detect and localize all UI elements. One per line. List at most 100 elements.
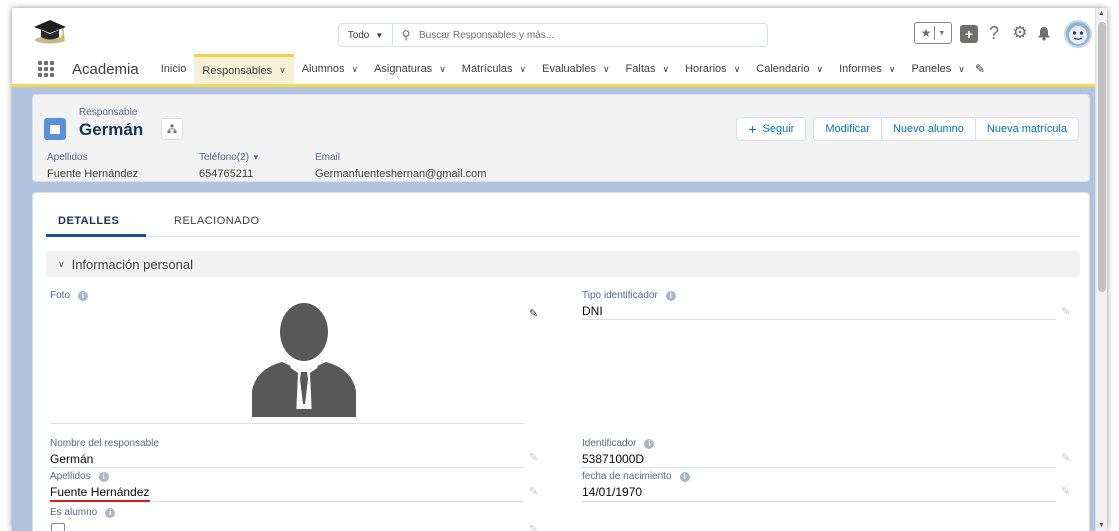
chevron-down-icon[interactable]: ∨: [958, 64, 965, 75]
chevron-down-icon[interactable]: ∨: [816, 64, 823, 75]
record-header: Responsable Germán + Seguir Modificar Nue…: [32, 94, 1090, 182]
nav-item-responsables[interactable]: Responsables ∨: [194, 54, 294, 84]
chevron-down-icon[interactable]: ∨: [520, 64, 527, 75]
nav-item-label: Informes: [839, 63, 882, 75]
section-header-informacion-personal[interactable]: ∨ Información personal: [46, 251, 1080, 277]
edit-pencil-icon[interactable]: ✎: [529, 485, 538, 498]
info-icon[interactable]: i: [665, 290, 676, 301]
caret-down-icon: ▼: [251, 153, 260, 162]
scroll-down-icon[interactable]: ▼: [1098, 522, 1105, 529]
chevron-down-icon[interactable]: ∨: [279, 65, 286, 76]
nav-item-calendario[interactable]: Calendario ∨: [748, 54, 831, 84]
edit-pencil-icon[interactable]: ✎: [529, 307, 538, 320]
nav-item-faltas[interactable]: Faltas ∨: [618, 54, 678, 84]
nav-item-informes[interactable]: Informes ∨: [831, 54, 903, 84]
nav-item-evaluables[interactable]: Evaluables ∨: [534, 54, 617, 84]
notification-bell-icon[interactable]: [1034, 22, 1054, 44]
chevron-down-icon: ∨: [58, 258, 65, 269]
nav-item-label: Responsables: [202, 64, 273, 77]
search-scope-label: Todo: [347, 29, 370, 41]
nav-item-label: Asignaturas: [374, 63, 433, 75]
nav-item-alumnos[interactable]: Alumnos ∨: [294, 54, 366, 84]
edit-pencil-icon[interactable]: ✎: [1061, 485, 1070, 498]
tab-detalles[interactable]: DETALLES: [58, 215, 119, 227]
nombre-label: Nombre del responsable: [50, 438, 159, 449]
highlight-apellidos-label: Apellidos: [47, 152, 88, 163]
global-add-icon[interactable]: +: [960, 25, 978, 43]
highlight-email-value[interactable]: Germanfuenteshernan@gmail.com: [315, 168, 486, 180]
tipo-identificador-value: DNI: [582, 304, 603, 318]
edit-pencil-icon[interactable]: ✎: [1061, 305, 1070, 318]
fecha-nacimiento-value: 14/01/1970: [582, 485, 643, 499]
salesforce-window: Todo ▼ ⚲ ★ ▼ + ? ⚙ Academia Inicio Respo…: [12, 8, 1107, 531]
info-icon[interactable]: i: [644, 438, 655, 449]
apellidos-value: Fuente Hernández: [50, 485, 150, 499]
nombre-value: Germán: [50, 452, 94, 466]
nav-item-label: Calendario: [756, 63, 810, 75]
favorites-button[interactable]: ★ ▼: [914, 22, 952, 44]
global-search: Todo ▼ ⚲: [338, 23, 768, 47]
es-alumno-label: Es alumno i: [50, 507, 116, 518]
edit-pencil-icon[interactable]: ✎: [529, 523, 538, 531]
follow-button[interactable]: + Seguir: [736, 117, 807, 141]
hierarchy-icon[interactable]: [161, 118, 183, 140]
record-type-icon: [44, 118, 66, 140]
setup-gear-icon[interactable]: ⚙: [1010, 22, 1030, 44]
nav-item-horarios[interactable]: Horarios ∨: [677, 54, 748, 84]
chevron-down-icon[interactable]: ∨: [439, 64, 446, 75]
nav-item-inicio[interactable]: Inicio: [153, 54, 195, 84]
search-scope-dropdown[interactable]: Todo ▼: [339, 24, 393, 46]
tab-relacionado[interactable]: RELACIONADO: [174, 215, 260, 227]
nav-item-label: Faltas: [625, 63, 656, 75]
apellidos-label-text: Apellidos: [50, 471, 91, 482]
chevron-down-icon[interactable]: ∨: [889, 64, 896, 75]
chevron-down-icon[interactable]: ∨: [352, 64, 359, 75]
field-divider: [50, 467, 524, 468]
app-logo-icon[interactable]: [32, 18, 68, 44]
nav-item-label: Alumnos: [301, 63, 345, 75]
user-avatar[interactable]: [1064, 20, 1092, 48]
app-name: Academia: [72, 60, 139, 78]
nav-item-label: Horarios: [685, 63, 727, 75]
new-enrollment-button[interactable]: Nueva matrícula: [974, 117, 1079, 141]
app-launcher-icon[interactable]: [38, 61, 54, 77]
nav-item-asignaturas[interactable]: Asignaturas ∨: [366, 54, 454, 84]
edit-button[interactable]: Modificar: [813, 117, 882, 141]
nav-item-paneles[interactable]: Paneles ∨: [903, 54, 972, 84]
field-divider: [150, 501, 524, 502]
nav-item-label: Evaluables: [542, 63, 596, 75]
section-title: Información personal: [71, 256, 193, 272]
field-divider: [582, 319, 1056, 320]
scroll-thumb[interactable]: [1098, 22, 1106, 292]
page-scrollbar[interactable]: ▲ ▼: [1095, 8, 1107, 531]
new-student-label: Nuevo alumno: [892, 123, 964, 135]
info-icon[interactable]: i: [98, 471, 109, 482]
help-icon[interactable]: ?: [984, 22, 1004, 44]
new-student-button[interactable]: Nuevo alumno: [880, 117, 976, 141]
info-icon[interactable]: i: [105, 507, 116, 518]
identificador-label-text: Identificador: [582, 438, 637, 449]
edit-pencil-icon[interactable]: ✎: [1061, 451, 1070, 464]
highlight-telefono-label[interactable]: Teléfono(2) ▼: [199, 152, 260, 163]
highlight-telefono-value[interactable]: 654765211: [199, 168, 253, 180]
info-icon[interactable]: i: [679, 471, 690, 482]
record-actions: + Seguir Modificar Nuevo alumno Nueva mat…: [736, 117, 1079, 141]
nav-item-label: Paneles: [911, 63, 952, 75]
tipo-identificador-label: Tipo identificador i: [582, 290, 676, 301]
scroll-up-icon[interactable]: ▲: [1098, 10, 1105, 17]
new-enrollment-label: Nueva matrícula: [986, 123, 1067, 135]
follow-label: Seguir: [762, 123, 795, 135]
nav-item-matriculas[interactable]: Matrículas ∨: [454, 54, 534, 84]
es-alumno-label-text: Es alumno: [50, 507, 98, 518]
es-alumno-checkbox[interactable]: [51, 523, 65, 531]
chevron-down-icon[interactable]: ∨: [663, 64, 670, 75]
info-icon[interactable]: i: [78, 290, 89, 301]
apellidos-label: Apellidos i: [50, 471, 109, 482]
search-input[interactable]: [419, 29, 749, 41]
edit-pencil-icon[interactable]: ✎: [529, 451, 538, 464]
star-icon: ★: [920, 26, 932, 40]
chevron-down-icon[interactable]: ∨: [734, 64, 741, 75]
chevron-down-icon[interactable]: ∨: [603, 64, 610, 75]
edit-nav-pencil-icon[interactable]: ✎: [975, 62, 985, 76]
foto-label: Foto i: [50, 290, 89, 301]
